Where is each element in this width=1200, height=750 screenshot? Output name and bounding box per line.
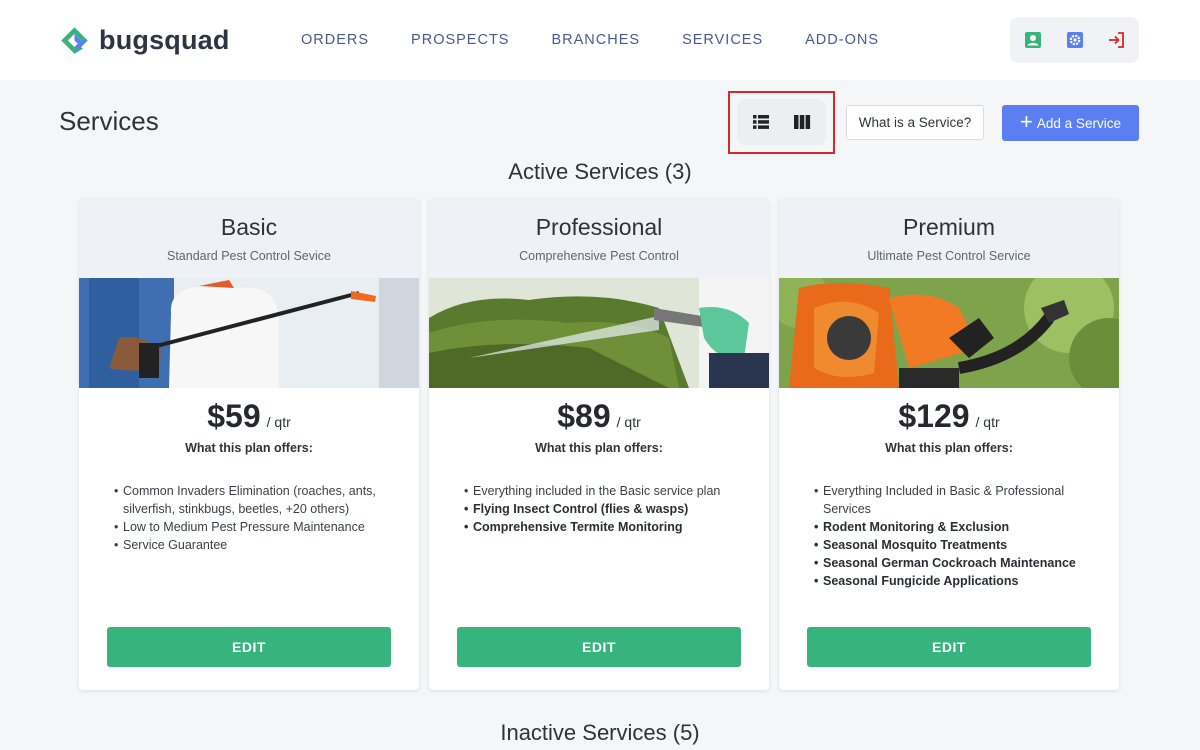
- list-view-icon[interactable]: [752, 113, 770, 131]
- brand-logo[interactable]: bugsquad: [58, 24, 230, 57]
- service-image: [779, 278, 1119, 388]
- feature-item: Flying Insect Control (flies & wasps): [464, 500, 729, 518]
- offers-label: What this plan offers:: [535, 441, 663, 455]
- gear-icon[interactable]: [1065, 30, 1085, 50]
- price-unit: / qtr: [616, 414, 641, 430]
- top-navigation-bar: bugsquad ORDERS PROSPECTS BRANCHES SERVI…: [0, 0, 1200, 80]
- feature-item: Rodent Monitoring & Exclusion: [814, 518, 1079, 536]
- nav-prospects[interactable]: PROSPECTS: [411, 32, 509, 48]
- price-unit: / qtr: [975, 414, 1000, 430]
- brand-name: bugsquad: [99, 25, 230, 55]
- logout-icon[interactable]: [1106, 30, 1126, 50]
- service-image: [429, 278, 769, 388]
- page-title: Services: [59, 106, 159, 136]
- edit-professional-button[interactable]: EDIT: [457, 627, 741, 667]
- feature-item: Everything Included in Basic & Professio…: [814, 482, 1079, 518]
- service-price: $129: [898, 398, 970, 434]
- feature-list: Common Invaders Elimination (roaches, an…: [114, 482, 379, 554]
- service-name: Premium: [902, 214, 995, 240]
- active-services-heading: Active Services (3): [508, 159, 692, 184]
- feature-item: Low to Medium Pest Pressure Maintenance: [114, 518, 379, 536]
- feature-item: Everything included in the Basic service…: [464, 482, 729, 500]
- feature-list: Everything included in the Basic service…: [464, 482, 729, 536]
- service-name: Basic: [220, 214, 278, 240]
- edit-premium-button[interactable]: EDIT: [807, 627, 1091, 667]
- price-row: $89 / qtr: [429, 398, 769, 435]
- user-card-icon[interactable]: [1023, 30, 1043, 50]
- feature-item: Seasonal Fungicide Applications: [814, 572, 1079, 590]
- card-header: Basic Standard Pest Control Sevice: [79, 199, 419, 278]
- service-image: [79, 278, 419, 388]
- price-row: $59 / qtr: [79, 398, 419, 435]
- column-view-icon[interactable]: [793, 113, 811, 131]
- add-service-label: Add a Service: [1036, 115, 1121, 131]
- service-card-basic: Basic Standard Pest Control Sevice $59 / …: [79, 199, 419, 690]
- service-card-premium: Premium Ultimate Pest Control Service $1…: [779, 199, 1119, 690]
- view-toggle: [737, 99, 826, 145]
- service-card-professional: Professional Comprehensive Pest Control …: [429, 199, 769, 690]
- plus-icon: +: [1020, 109, 1033, 134]
- feature-item: Service Guarantee: [114, 536, 379, 554]
- offers-label: What this plan offers:: [885, 441, 1013, 455]
- add-service-button[interactable]: + Add a Service: [1002, 105, 1139, 141]
- edit-basic-button[interactable]: EDIT: [107, 627, 391, 667]
- offers-label: What this plan offers:: [185, 441, 313, 455]
- bugsquad-logo-icon: [61, 27, 88, 54]
- service-subtitle: Comprehensive Pest Control: [519, 249, 679, 263]
- price-unit: / qtr: [266, 414, 291, 430]
- service-subtitle: Standard Pest Control Sevice: [167, 249, 331, 263]
- feature-item: Seasonal German Cockroach Maintenance: [814, 554, 1079, 572]
- feature-list: Everything Included in Basic & Professio…: [814, 482, 1079, 590]
- card-header: Professional Comprehensive Pest Control: [429, 199, 769, 278]
- header-toolbar: [1010, 17, 1139, 63]
- feature-item: Common Invaders Elimination (roaches, an…: [114, 482, 379, 518]
- price-row: $129 / qtr: [779, 398, 1119, 435]
- inactive-services-heading: Inactive Services (5): [500, 720, 700, 745]
- service-name: Professional: [535, 214, 663, 240]
- what-is-service-button[interactable]: What is a Service?: [846, 105, 984, 140]
- nav-branches[interactable]: BRANCHES: [551, 32, 640, 48]
- main-nav: ORDERS PROSPECTS BRANCHES SERVICES ADD-O…: [301, 32, 921, 48]
- nav-add-ons[interactable]: ADD-ONS: [805, 32, 879, 48]
- feature-item: Seasonal Mosquito Treatments: [814, 536, 1079, 554]
- service-subtitle: Ultimate Pest Control Service: [867, 249, 1031, 263]
- service-price: $59: [207, 398, 261, 434]
- nav-orders[interactable]: ORDERS: [301, 32, 369, 48]
- service-price: $89: [557, 398, 611, 434]
- feature-item: Comprehensive Termite Monitoring: [464, 518, 729, 536]
- card-header: Premium Ultimate Pest Control Service: [779, 199, 1119, 278]
- nav-services[interactable]: SERVICES: [682, 32, 763, 48]
